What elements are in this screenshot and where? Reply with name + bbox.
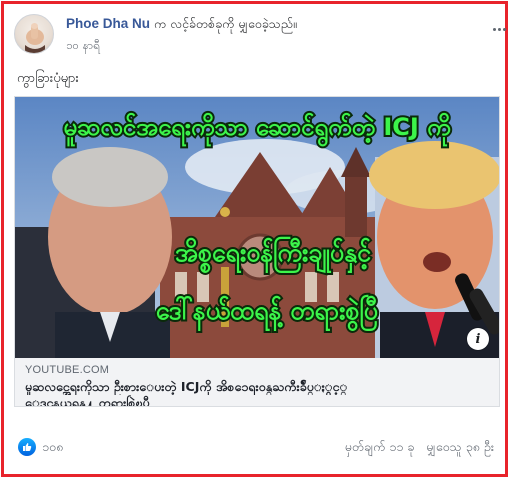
like-thumb-icon[interactable] [18,438,36,456]
post-action-text: က လင့်ခ်တစ်ခုကို မျှဝေခဲ့သည်။ [154,16,297,31]
thumbnail-image: မူဆလင်အရေးကိုသာ ဆောင်ရွက်တဲ့ ICJ ကို အိစ… [15,97,499,358]
author-line: Phoe Dha Nu က လင့်ခ်တစ်ခုကို မျှဝေခဲ့သည်။ [66,16,297,35]
avatar-pointing-hand-icon [25,23,45,53]
link-domain: YOUTUBE.COM [25,364,110,376]
share-count[interactable]: မျှဝေသူ ၃၈ ဦး [426,439,494,454]
link-title-line-1: မူဆလင္အေရးကိုသာ ဦးစားေပးတဲ့ ICJကို အိစၥေ… [25,379,348,394]
post-footer: ၁၀၈ မှတ်ချက် ၁၁ ခု မျှဝေသူ ၃၈ ဦး [14,436,500,460]
link-thumbnail[interactable]: မူဆလင်အရေးကိုသာ ဆောင်ရွက်တဲ့ ICJ ကို အိစ… [15,97,499,358]
comment-count[interactable]: မှတ်ချက် ၁၁ ခု [345,439,415,454]
post-stats: မှတ်ချက် ၁၁ ခု မျှဝေသူ ၃၈ ဦး [345,439,494,458]
link-preview-card[interactable]: မူဆလင်အရေးကိုသာ ဆောင်ရွက်တဲ့ ICJ ကို အိစ… [14,96,500,407]
post-header: Phoe Dha Nu က လင့်ခ်တစ်ခုကို မျှဝေခဲ့သည်။… [14,12,506,58]
author-avatar[interactable] [14,14,54,54]
reaction-count[interactable]: ၁၀၈ [42,439,63,458]
post-caption: ကွာခြားပုံများ [17,71,79,86]
more-options-icon[interactable] [488,20,509,38]
post-card: Phoe Dha Nu က လင့်ခ်တစ်ခုကို မျှဝေခဲ့သည်။… [1,1,508,477]
post-timestamp[interactable]: ၁၀ နာရီ [66,38,100,55]
link-meta[interactable]: YOUTUBE.COM မူဆလင္အေရးကိုသာ ဦးစားေပးတဲ့ … [15,358,499,406]
link-title-line-2: ေဒၚနယ္ထရန္႔ တရားစြဲၿပီ [25,395,150,407]
info-icon[interactable]: i [467,328,489,350]
author-name-link[interactable]: Phoe Dha Nu [66,16,150,31]
